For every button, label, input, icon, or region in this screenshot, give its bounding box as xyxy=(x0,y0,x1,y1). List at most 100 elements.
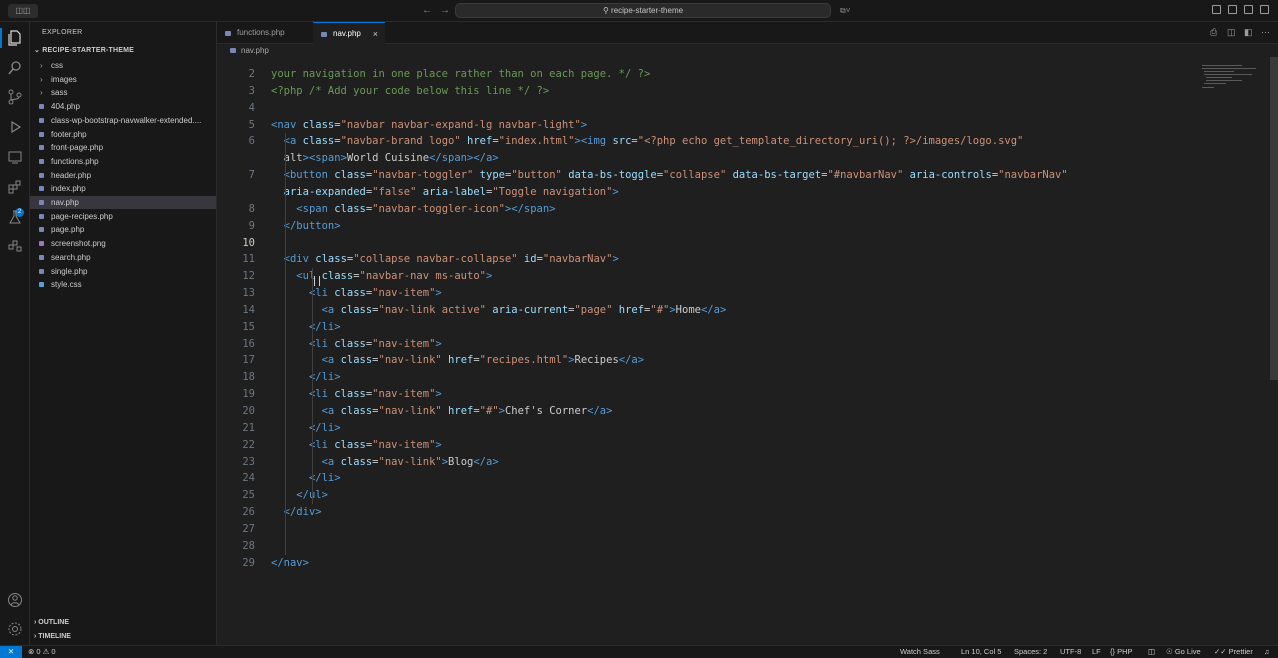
file-item[interactable]: single.php xyxy=(30,265,216,278)
eol-indicator[interactable]: LF xyxy=(1092,646,1101,658)
line-number[interactable]: 19 xyxy=(217,386,255,403)
extensions-icon[interactable] xyxy=(7,179,23,195)
encoding-indicator[interactable]: UTF-8 xyxy=(1060,646,1081,658)
line-number[interactable]: 29 xyxy=(217,555,255,572)
project-folder-header[interactable]: ⌄ RECIPE-STARTER-THEME xyxy=(34,46,134,54)
compare-icon[interactable]: ◧ xyxy=(1244,27,1254,37)
toggle-sidebar-icon[interactable] xyxy=(1212,5,1221,14)
breadcrumb-file[interactable]: nav.php xyxy=(241,44,269,57)
more-actions-icon[interactable]: ⋯ xyxy=(1261,27,1271,37)
minimap[interactable] xyxy=(1200,57,1270,97)
line-number[interactable]: 9 xyxy=(217,218,255,235)
folder-css[interactable]: › css xyxy=(30,59,216,72)
line-number[interactable]: 25 xyxy=(217,487,255,504)
file-type-icon xyxy=(39,186,44,192)
watch-sass-button[interactable]: Watch Sass xyxy=(900,646,940,658)
line-number[interactable]: 15 xyxy=(217,319,255,336)
line-number[interactable]: 3 xyxy=(217,83,255,100)
close-icon[interactable]: × xyxy=(373,23,378,45)
line-number[interactable]: 18 xyxy=(217,369,255,386)
toggle-panel-icon[interactable] xyxy=(1228,5,1237,14)
file-item[interactable]: nav.php xyxy=(30,196,216,209)
remote-indicator-icon[interactable]: ⨯ xyxy=(0,646,22,658)
file-item[interactable]: page.php xyxy=(30,223,216,236)
account-icon[interactable] xyxy=(7,592,23,608)
layout-toggle-button[interactable]: ◫◫ xyxy=(8,4,38,18)
code-editor[interactable]: your navigation in one place rather than… xyxy=(217,57,1278,645)
back-arrow-icon[interactable]: ← xyxy=(422,4,432,18)
line-number[interactable]: 20 xyxy=(217,403,255,420)
search-icon[interactable] xyxy=(7,60,23,76)
run-debug-icon[interactable] xyxy=(7,119,23,135)
text-cursor-icon xyxy=(314,276,320,286)
code-text: </nav> xyxy=(271,556,309,569)
line-number[interactable]: 5 xyxy=(217,117,255,134)
file-item[interactable]: page-recipes.php xyxy=(30,210,216,223)
notifications-icon[interactable]: ◫ xyxy=(1148,646,1155,658)
line-number[interactable]: 28 xyxy=(217,538,255,555)
prettier-button[interactable]: ✓✓ Prettier xyxy=(1214,646,1253,658)
line-number[interactable]: 2 xyxy=(217,66,255,83)
file-item[interactable]: screenshot.png xyxy=(30,237,216,250)
line-number[interactable]: 13 xyxy=(217,285,255,302)
toggle-secondary-sidebar-icon[interactable] xyxy=(1244,5,1253,14)
settings-gear-icon[interactable] xyxy=(7,621,23,637)
file-label: style.css xyxy=(51,280,82,290)
line-number[interactable]: 24 xyxy=(217,470,255,487)
line-number[interactable]: 6 xyxy=(217,133,255,150)
line-number[interactable]: 21 xyxy=(217,420,255,437)
vertical-scrollbar[interactable] xyxy=(1270,57,1278,380)
file-item[interactable]: index.php xyxy=(30,182,216,195)
indent-guide xyxy=(312,268,313,505)
customize-layout-icon[interactable] xyxy=(1260,5,1269,14)
timeline-section[interactable]: › TIMELINE xyxy=(34,633,71,640)
go-live-button[interactable]: ☉ Go Live xyxy=(1166,646,1201,658)
split-editor-icon[interactable]: ◫ xyxy=(1227,27,1237,37)
problems-indicator[interactable]: ⊗ 0 ⚠ 0 xyxy=(28,646,56,658)
breadcrumb[interactable]: nav.php xyxy=(217,44,1278,57)
file-item[interactable]: front-page.php xyxy=(30,141,216,154)
line-number[interactable]: 14 xyxy=(217,302,255,319)
file-item[interactable]: footer.php xyxy=(30,128,216,141)
copilot-icon[interactable]: ⧉˅ xyxy=(840,4,850,18)
tab-nav-php[interactable]: nav.php × xyxy=(313,22,385,44)
command-center-search[interactable]: ⚲ recipe-starter-theme xyxy=(455,3,831,18)
cursor-position[interactable]: Ln 10, Col 5 xyxy=(961,646,1001,658)
code-text: <?php /* Add your code below this line *… xyxy=(271,84,550,97)
explorer-icon[interactable] xyxy=(7,30,23,46)
file-item[interactable]: 404.php xyxy=(30,100,216,113)
line-number[interactable]: 23 xyxy=(217,454,255,471)
line-number[interactable]: 12 xyxy=(217,268,255,285)
line-number[interactable]: 17 xyxy=(217,352,255,369)
line-number[interactable]: 22 xyxy=(217,437,255,454)
line-number[interactable]: 16 xyxy=(217,336,255,353)
file-item[interactable]: functions.php xyxy=(30,155,216,168)
outline-section[interactable]: › OUTLINE xyxy=(34,619,69,626)
file-item[interactable]: search.php xyxy=(30,251,216,264)
line-number[interactable]: 7 xyxy=(217,167,255,184)
bell-icon[interactable]: ♫ xyxy=(1264,646,1270,658)
folder-images[interactable]: › images xyxy=(30,73,216,86)
language-mode[interactable]: {} PHP xyxy=(1110,646,1133,658)
line-number[interactable]: 4 xyxy=(217,100,255,117)
line-number[interactable]: 10 xyxy=(217,235,255,252)
code-line: aria-expanded="false" aria-label="Toggle… xyxy=(217,184,1217,201)
line-number[interactable]: 11 xyxy=(217,251,255,268)
line-number[interactable]: 26 xyxy=(217,504,255,521)
file-item[interactable]: class-wp-bootstrap-navwalker-extended...… xyxy=(30,114,216,127)
file-label: 404.php xyxy=(51,102,80,112)
file-item[interactable]: header.php xyxy=(30,169,216,182)
tab-functions-php[interactable]: functions.php xyxy=(217,22,305,44)
docker-icon[interactable] xyxy=(7,238,23,254)
folder-sass[interactable]: › sass xyxy=(30,86,216,99)
source-control-icon[interactable] xyxy=(7,89,23,105)
testing-icon[interactable] xyxy=(7,209,23,225)
indentation-indicator[interactable]: Spaces: 2 xyxy=(1014,646,1047,658)
open-preview-icon[interactable]: ⎙ xyxy=(1210,27,1220,37)
line-number[interactable]: 27 xyxy=(217,521,255,538)
forward-arrow-icon[interactable]: → xyxy=(440,4,450,18)
remote-explorer-icon[interactable] xyxy=(7,149,23,165)
line-number[interactable]: 8 xyxy=(217,201,255,218)
file-item[interactable]: style.css xyxy=(30,278,216,291)
project-name: RECIPE-STARTER-THEME xyxy=(42,47,134,54)
